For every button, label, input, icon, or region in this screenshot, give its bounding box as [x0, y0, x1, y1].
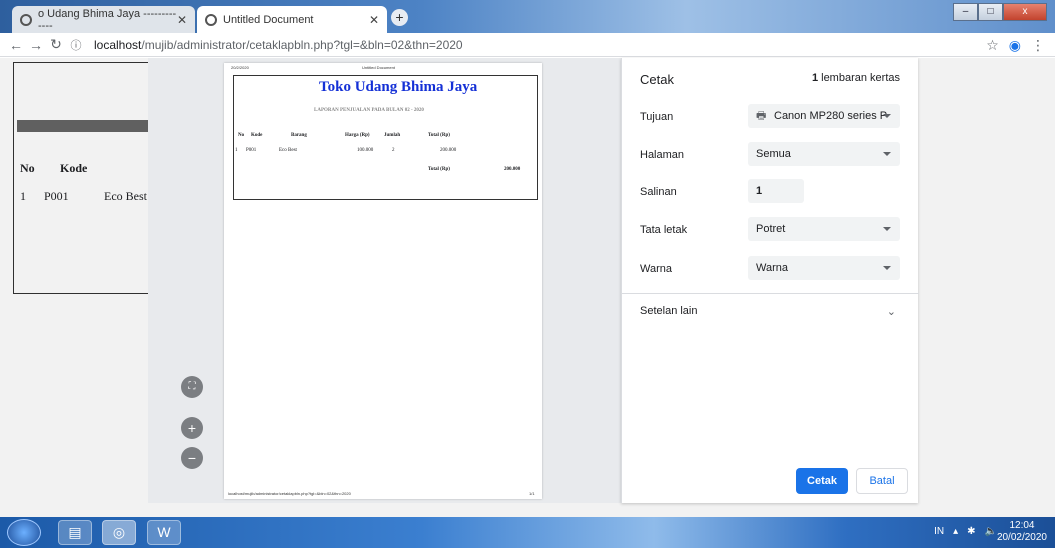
zoom-out-button[interactable]: − [181, 447, 203, 469]
layout-select[interactable]: Potret [748, 217, 900, 241]
copies-label: Salinan [640, 186, 677, 198]
cell-kode: P001 [246, 148, 257, 153]
globe-icon [20, 13, 32, 26]
clock-time: 12:04 [1009, 520, 1035, 531]
destination-select[interactable]: 🖶 Canon MP280 series P [748, 104, 900, 128]
word-icon[interactable]: W [147, 520, 181, 545]
page-footer-url: localhost/mujib/administrator/cetaklapbl… [228, 491, 351, 496]
bookmark-star-icon[interactable]: ☆ [986, 37, 999, 54]
pages-select[interactable]: Semua [748, 142, 900, 166]
globe-icon [205, 13, 217, 26]
cell-total: 200.000 [440, 148, 457, 153]
chevron-down-icon [883, 152, 891, 156]
address-bar: ← → ↻ ⓘ localhost/mujib/administrator/ce… [0, 33, 1055, 57]
back-arrow-icon[interactable]: ← [6, 37, 26, 53]
cancel-button[interactable]: Batal [856, 468, 908, 494]
chevron-down-icon [883, 227, 891, 231]
system-tray: IN ▴ ✱ 🔈 [934, 526, 997, 537]
cell-jumlah: 2 [392, 148, 395, 153]
clock-date: 20/02/2020 [996, 532, 1047, 543]
color-select[interactable]: Warna [748, 256, 900, 280]
column-header: No [238, 133, 245, 138]
layout-value: Potret [756, 223, 786, 235]
column-header: Jumlah [384, 133, 401, 138]
url-host: localhost [94, 37, 142, 52]
maximize-button[interactable]: □ [978, 3, 1003, 21]
cell-harga: 100.000 [357, 148, 374, 153]
network-icon[interactable]: ✱ [967, 526, 975, 537]
tab-untitled-document[interactable]: Untitled Document ✕ [197, 6, 387, 33]
window-controls: – □ x [953, 3, 1047, 21]
report-frame: Toko Udang Bhima Jaya LAPORAN PENJUALAN … [233, 75, 538, 200]
chevron-down-icon [883, 114, 891, 118]
column-header: Barang [291, 133, 307, 138]
pages-label: Halaman [640, 149, 685, 161]
page-header-date: 20/2/2020 [231, 65, 249, 70]
tab-udang-bhima[interactable]: o Udang Bhima Jaya ------------- ✕ [12, 6, 195, 33]
report-title: Toko Udang Bhima Jaya [319, 79, 478, 95]
menu-dots-icon[interactable]: ⋮ [1031, 37, 1045, 54]
cell-no: 1 [235, 148, 238, 153]
chevron-down-icon [883, 266, 891, 270]
fit-to-page-button[interactable]: ⛶ [181, 376, 203, 398]
column-header: Kode [251, 133, 263, 138]
new-tab-button[interactable]: + [391, 9, 408, 26]
tray-expand-icon[interactable]: ▴ [953, 526, 958, 537]
pages-value: Semua [756, 148, 791, 160]
minimize-button[interactable]: – [953, 3, 978, 21]
print-button[interactable]: Cetak [796, 468, 848, 494]
divider [622, 293, 919, 294]
report-subtitle: LAPORAN PENJUALAN PADA BULAN 02 - 2020 [314, 108, 424, 113]
column-header: Total (Rp) [428, 133, 450, 138]
grand-total-label: Total (Rp) [428, 167, 450, 172]
url-field[interactable]: localhost/mujib/administrator/cetaklapbl… [94, 38, 463, 52]
file-explorer-icon[interactable]: ▤ [58, 520, 92, 545]
language-indicator[interactable]: IN [934, 526, 944, 537]
zoom-in-button[interactable]: + [181, 417, 203, 439]
more-settings-toggle[interactable]: Setelan lain [640, 305, 698, 317]
sheet-count-label: lembaran kertas [821, 72, 900, 84]
windows-taskbar: ▤ ◎ W IN ▴ ✱ 🔈 12:04 20/02/2020 [0, 517, 1055, 548]
chrome-icon[interactable]: ◎ [102, 520, 136, 545]
destination-label: Tujuan [640, 111, 674, 123]
forward-arrow-icon[interactable]: → [26, 37, 46, 53]
printer-icon: 🖶 [756, 110, 767, 122]
tab-title: Untitled Document [223, 13, 314, 26]
close-tab-icon[interactable]: ✕ [177, 13, 187, 27]
cell-barang: Eco Best [279, 148, 297, 153]
print-preview-area: 20/2/2020 Untitled Document Toko Udang B… [148, 58, 621, 503]
print-settings-panel: Cetak 1 lembaran kertas Tujuan 🖶 Canon M… [621, 58, 919, 503]
reload-icon[interactable]: ↻ [46, 36, 66, 53]
extension-icon[interactable]: ◉ [1009, 37, 1021, 54]
close-tab-icon[interactable]: ✕ [369, 13, 379, 27]
clock[interactable]: 12:04 20/02/2020 [997, 520, 1047, 544]
color-value: Warna [756, 262, 788, 274]
toolbar-actions: ☆ ◉ ⋮ [986, 37, 1045, 54]
page-footer-number: 1/1 [529, 491, 535, 496]
sheet-count-number: 1 [811, 72, 819, 84]
column-header: Harga (Rp) [345, 133, 370, 138]
destination-value: Canon MP280 series P [774, 110, 888, 122]
layout-label: Tata letak [640, 224, 688, 236]
panel-title: Cetak [640, 72, 674, 87]
sheet-count: 1 lembaran kertas [812, 72, 900, 84]
browser-tab-bar: o Udang Bhima Jaya ------------- ✕ Untit… [0, 0, 1055, 33]
info-icon[interactable]: ⓘ [66, 37, 86, 53]
start-button[interactable] [7, 519, 41, 546]
grand-total-value: 200.000 [504, 167, 521, 172]
chevron-down-icon[interactable]: ⌄ [887, 305, 896, 318]
close-window-button[interactable]: x [1003, 3, 1047, 21]
url-path: /mujib/administrator/cetaklapbln.php?tgl… [141, 37, 463, 52]
copies-input[interactable]: 1 [748, 179, 804, 203]
volume-icon[interactable]: 🔈 [985, 526, 997, 537]
preview-page: 20/2/2020 Untitled Document Toko Udang B… [224, 63, 542, 499]
page-header-title: Untitled Document [362, 65, 395, 70]
tab-title: o Udang Bhima Jaya ------------- [38, 7, 177, 32]
color-label: Warna [640, 263, 672, 275]
